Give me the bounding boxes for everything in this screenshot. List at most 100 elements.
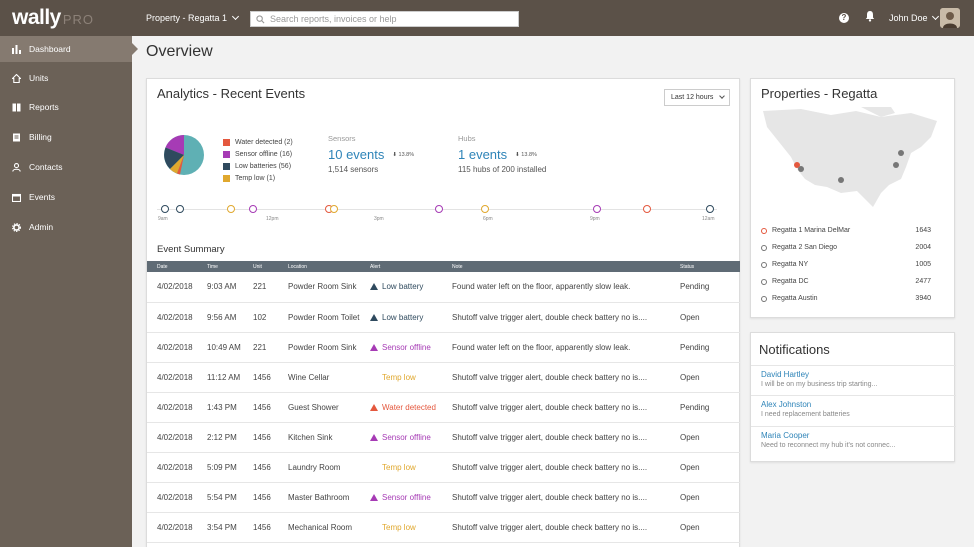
property-value: 1005 xyxy=(915,261,931,268)
cell-note: Shutoff valve trigger alert, double chec… xyxy=(452,372,648,382)
table-row[interactable]: 4/02/2018 11:12 AM 1456 Wine Cellar Temp low… xyxy=(147,362,740,392)
alert-badge: Low battery xyxy=(370,313,452,322)
top-bar: wallyPRO Property - Regatta 1 ? John Doe xyxy=(0,0,974,36)
chevron-down-icon xyxy=(719,93,726,99)
property-row[interactable]: Regatta DC 2477 xyxy=(761,278,931,285)
warning-icon xyxy=(370,433,378,441)
table-row[interactable]: 4/02/2018 5:54 PM 1456 Master Bathroom Senso… xyxy=(147,482,740,512)
notification-item[interactable]: David Hartley I will be on my business t… xyxy=(751,365,956,395)
warning-icon xyxy=(370,283,378,291)
notification-item[interactable]: Alex Johnston I need replacement batteri… xyxy=(751,395,956,425)
alert-badge: Temp low xyxy=(370,523,452,532)
alert-label: Water detected xyxy=(382,402,436,412)
column-header-status[interactable]: Status xyxy=(680,261,740,272)
table-row[interactable]: 4/02/2018 3:54 PM 1456 Mechanical Room Temp … xyxy=(147,512,740,542)
sidebar-item-admin[interactable]: Admin xyxy=(0,214,132,240)
column-header-unit[interactable]: Unit xyxy=(253,261,288,272)
column-header-note[interactable]: Note xyxy=(452,261,680,272)
sidebar-item-label: Dashboard xyxy=(29,44,71,54)
timeline-tick-label: 12pm xyxy=(266,216,279,222)
sidebar-item-events[interactable]: Events xyxy=(0,184,132,210)
user-menu[interactable]: John Doe xyxy=(889,12,939,23)
property-name: Regatta 1 Marina DelMar xyxy=(772,227,851,234)
cell-location: Wine Cellar xyxy=(288,372,330,382)
search-bar[interactable] xyxy=(250,11,519,27)
timeline-event-dot[interactable] xyxy=(227,205,235,213)
timeline-event-dot[interactable] xyxy=(330,205,338,213)
column-header-alert[interactable]: Alert xyxy=(370,261,452,272)
table-header-row: Date Time Unit Location Alert Note Statu… xyxy=(147,261,740,272)
timeline-event-dot[interactable] xyxy=(481,205,489,213)
table-row[interactable]: 4/02/2018 5:09 PM 1456 Laundry Room Temp low… xyxy=(147,452,740,482)
cell-note: Shutoff valve trigger alert, double chec… xyxy=(452,522,648,532)
cell-location: Master Bathroom xyxy=(288,492,350,502)
analytics-card: Analytics - Recent Events Last 12 hours … xyxy=(146,78,740,547)
legend-swatch xyxy=(223,138,230,146)
hubs-label: Hubs xyxy=(458,134,476,143)
timeline-event-dot[interactable] xyxy=(706,205,714,213)
sidebar-item-units[interactable]: Units xyxy=(0,65,132,91)
event-summary-table: Date Time Unit Location Alert Note Statu… xyxy=(147,261,740,543)
timeline-event-dot[interactable] xyxy=(249,205,257,213)
sidebar-item-label: Events xyxy=(29,192,55,202)
sidebar-item-dashboard[interactable]: Dashboard xyxy=(0,36,138,62)
alert-label: Sensor offline xyxy=(382,342,431,352)
property-name: Regatta Austin xyxy=(772,295,818,302)
timeline-event-dot[interactable] xyxy=(643,205,651,213)
table-row[interactable]: 4/02/2018 10:49 AM 221 Powder Room Sink Sens… xyxy=(147,332,740,362)
timeline-tick-label: 12am xyxy=(702,216,715,222)
timeline-event-dot[interactable] xyxy=(161,205,169,213)
property-row[interactable]: Regatta NY 1005 xyxy=(761,261,931,268)
warning-icon xyxy=(370,313,378,321)
column-header-time[interactable]: Time xyxy=(207,261,253,272)
table-row[interactable]: 4/02/2018 2:12 PM 1456 Kitchen Sink Sensor o… xyxy=(147,422,740,452)
table-row[interactable]: 4/02/2018 9:03 AM 221 Powder Room Sink Low b… xyxy=(147,272,740,302)
bell-icon[interactable] xyxy=(864,10,876,22)
hubs-delta-value: 13.8% xyxy=(521,151,537,158)
sidebar-item-contacts[interactable]: Contacts xyxy=(0,154,132,180)
property-row[interactable]: Regatta 2 San Diego 2004 xyxy=(761,244,931,251)
cell-time: 3:54 PM xyxy=(207,522,237,532)
cell-unit: 221 xyxy=(253,282,267,292)
gear-icon xyxy=(12,222,21,232)
legend-label: Temp low (1) xyxy=(235,174,276,182)
column-header-location[interactable]: Location xyxy=(288,261,370,272)
notification-item[interactable]: Maria Cooper Need to reconnect my hub it… xyxy=(751,426,956,456)
cell-alert: Low battery xyxy=(370,302,452,332)
cell-status: Open xyxy=(680,522,700,532)
property-row[interactable]: Regatta 1 Marina DelMar 1643 xyxy=(761,227,931,234)
alert-badge: Sensor offline xyxy=(370,433,452,442)
chevron-down-icon xyxy=(931,12,939,21)
table-row[interactable]: 4/02/2018 9:56 AM 102 Powder Room Toilet Low… xyxy=(147,302,740,332)
sidebar-item-reports[interactable]: Reports xyxy=(0,94,132,120)
timeline-event-dot[interactable] xyxy=(435,205,443,213)
cell-note: Shutoff valve trigger alert, double chec… xyxy=(452,492,648,502)
table-row[interactable]: 4/02/2018 1:43 PM 1456 Guest Shower Water de… xyxy=(147,392,740,422)
cell-note: Shutoff valve trigger alert, double chec… xyxy=(452,432,648,442)
sidebar-item-billing[interactable]: Billing xyxy=(0,124,132,150)
timeline-event-dot[interactable] xyxy=(593,205,601,213)
cell-alert: Temp low xyxy=(370,512,452,542)
logo[interactable]: wally PRO xyxy=(12,6,94,30)
time-range-select[interactable]: Last 12 hours xyxy=(664,89,730,106)
sensors-value-row: 10 events ⬇ 13.8% xyxy=(328,147,414,162)
search-input[interactable] xyxy=(270,14,510,24)
map-marker-icon xyxy=(761,244,767,251)
events-pie-chart xyxy=(164,135,204,175)
timeline-event-dot[interactable] xyxy=(176,205,184,213)
timeline-tick-label: 6pm xyxy=(483,216,493,222)
avatar[interactable] xyxy=(940,8,960,28)
help-icon[interactable]: ? xyxy=(839,13,849,23)
calendar-icon xyxy=(12,193,21,202)
event-timeline: 9am 12pm 3pm 6pm 9pm 12am xyxy=(157,203,717,223)
properties-card: Properties - Regatta Regatta 1 Marina De… xyxy=(750,78,955,318)
column-header-date[interactable]: Date xyxy=(147,261,207,272)
legend-swatch xyxy=(223,150,230,158)
document-icon xyxy=(13,133,20,141)
cell-alert: Sensor offline xyxy=(370,482,452,512)
properties-map[interactable] xyxy=(761,107,939,217)
legend-swatch xyxy=(223,174,230,182)
cell-unit: 1456 xyxy=(253,492,271,502)
property-row[interactable]: Regatta Austin 3940 xyxy=(761,295,931,302)
property-select[interactable]: Property - Regatta 1 xyxy=(146,12,240,23)
